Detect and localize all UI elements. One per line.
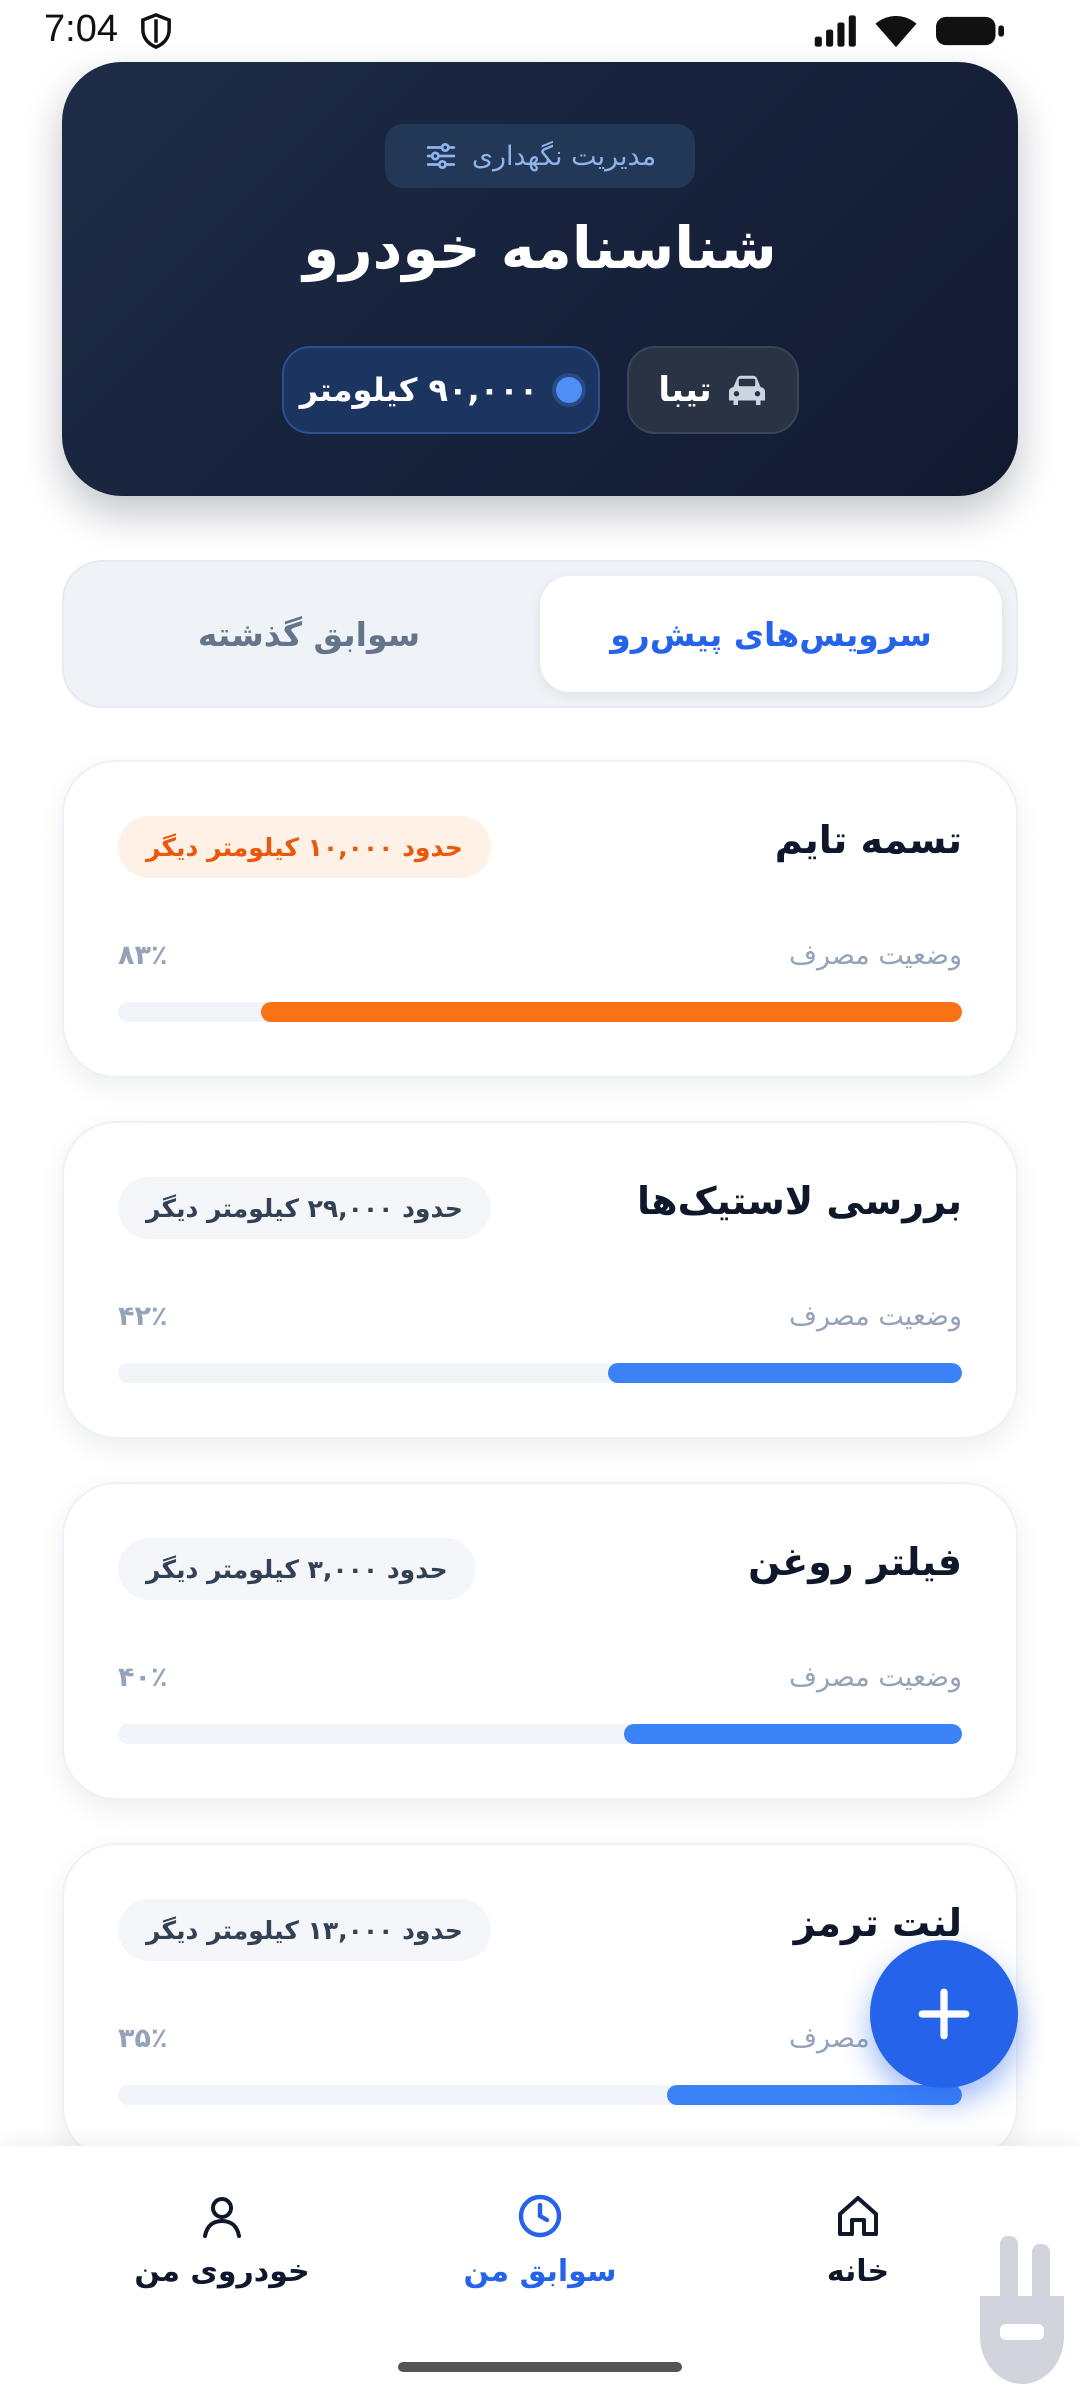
service-card[interactable]: فیلتر روغن حدود ۳,۰۰۰ کیلومتر دیگر وضعیت… [62, 1482, 1018, 1800]
nav-label-my-car: خودروی من [134, 2254, 310, 2289]
user-icon [203, 2197, 241, 2238]
shield-icon [141, 13, 171, 49]
service-title: لنت ترمز [793, 1901, 962, 1945]
maintenance-chip-label: مدیریت نگهداری [471, 140, 657, 172]
nav-item-records[interactable]: سوابق من [410, 2192, 670, 2322]
page-title: شناسنامه خودرو [303, 214, 777, 282]
remaining-badge: حدود ۱۳,۰۰۰ کیلومتر دیگر [118, 1899, 491, 1961]
battery-icon [936, 16, 1004, 46]
add-service-button[interactable] [870, 1940, 1018, 2088]
usage-progress-fill [624, 1724, 962, 1744]
tab-past-records[interactable]: سوابق گذشته [78, 576, 540, 692]
usage-percent: ۴۰٪ [118, 1662, 168, 1693]
remaining-badge: حدود ۲۹,۰۰۰ کیلومتر دیگر [118, 1177, 491, 1239]
tab-upcoming-services[interactable]: سرویس‌های پیش‌رو [540, 576, 1002, 692]
plus-icon [918, 1988, 970, 2040]
home-indicator[interactable] [398, 2362, 682, 2372]
sliders-icon [426, 142, 455, 170]
signal-icon [814, 15, 856, 47]
service-title: فیلتر روغن [748, 1540, 962, 1584]
odometer-value: ۹۰,۰۰۰ کیلومتر [299, 371, 539, 409]
remaining-badge: حدود ۱۰,۰۰۰ کیلومتر دیگر [118, 816, 491, 878]
odometer-pill[interactable]: ۹۰,۰۰۰ کیلومتر [282, 346, 600, 434]
usage-status-label: وضعیت مصرف [789, 940, 962, 971]
service-title: بررسی لاستیک‌ها [636, 1179, 962, 1223]
usage-status-label: وضعیت مصرف [789, 1662, 962, 1693]
usage-progress-bar [118, 1363, 962, 1383]
usage-percent: ۸۳٪ [118, 940, 168, 971]
service-card[interactable]: بررسی لاستیک‌ها حدود ۲۹,۰۰۰ کیلومتر دیگر… [62, 1121, 1018, 1439]
usage-progress-bar [118, 1002, 962, 1022]
service-tabs: سرویس‌های پیش‌رو سوابق گذشته [62, 560, 1018, 708]
bazaar-watermark-icon [980, 2236, 1064, 2384]
home-icon [838, 2196, 878, 2236]
nav-label-home: خانه [826, 2254, 890, 2289]
usage-percent: ۳۵٪ [118, 2023, 168, 2054]
odometer-dot-icon [556, 377, 583, 403]
status-bar: 7:04 [0, 0, 1080, 62]
wifi-icon [875, 16, 917, 48]
usage-progress-bar [118, 1724, 962, 1744]
car-name-pill[interactable]: تیبا [627, 346, 799, 434]
nav-label-records: سوابق من [463, 2254, 617, 2289]
clock-icon [518, 2194, 562, 2238]
usage-progress-fill [261, 1002, 962, 1022]
car-name: تیبا [658, 370, 712, 410]
usage-progress-fill [607, 1363, 962, 1383]
service-title: تسمه تایم [774, 818, 962, 862]
maintenance-chip: مدیریت نگهداری [385, 124, 695, 188]
status-time: 7:04 [44, 8, 118, 50]
usage-progress-fill [666, 2085, 962, 2105]
vehicle-header-card: مدیریت نگهداری شناسنامه خودرو تیبا ۹۰,۰۰… [62, 62, 1018, 496]
usage-status-label: وضعیت مصرف [789, 1301, 962, 1332]
nav-item-my-car[interactable]: خودروی من [92, 2192, 352, 2322]
service-card[interactable]: تسمه تایم حدود ۱۰,۰۰۰ کیلومتر دیگر وضعیت… [62, 760, 1018, 1078]
remaining-badge: حدود ۳,۰۰۰ کیلومتر دیگر [118, 1538, 476, 1600]
nav-item-home[interactable]: خانه [728, 2192, 988, 2322]
usage-progress-bar [118, 2085, 962, 2105]
car-icon [728, 375, 765, 405]
usage-percent: ۴۲٪ [118, 1301, 168, 1332]
